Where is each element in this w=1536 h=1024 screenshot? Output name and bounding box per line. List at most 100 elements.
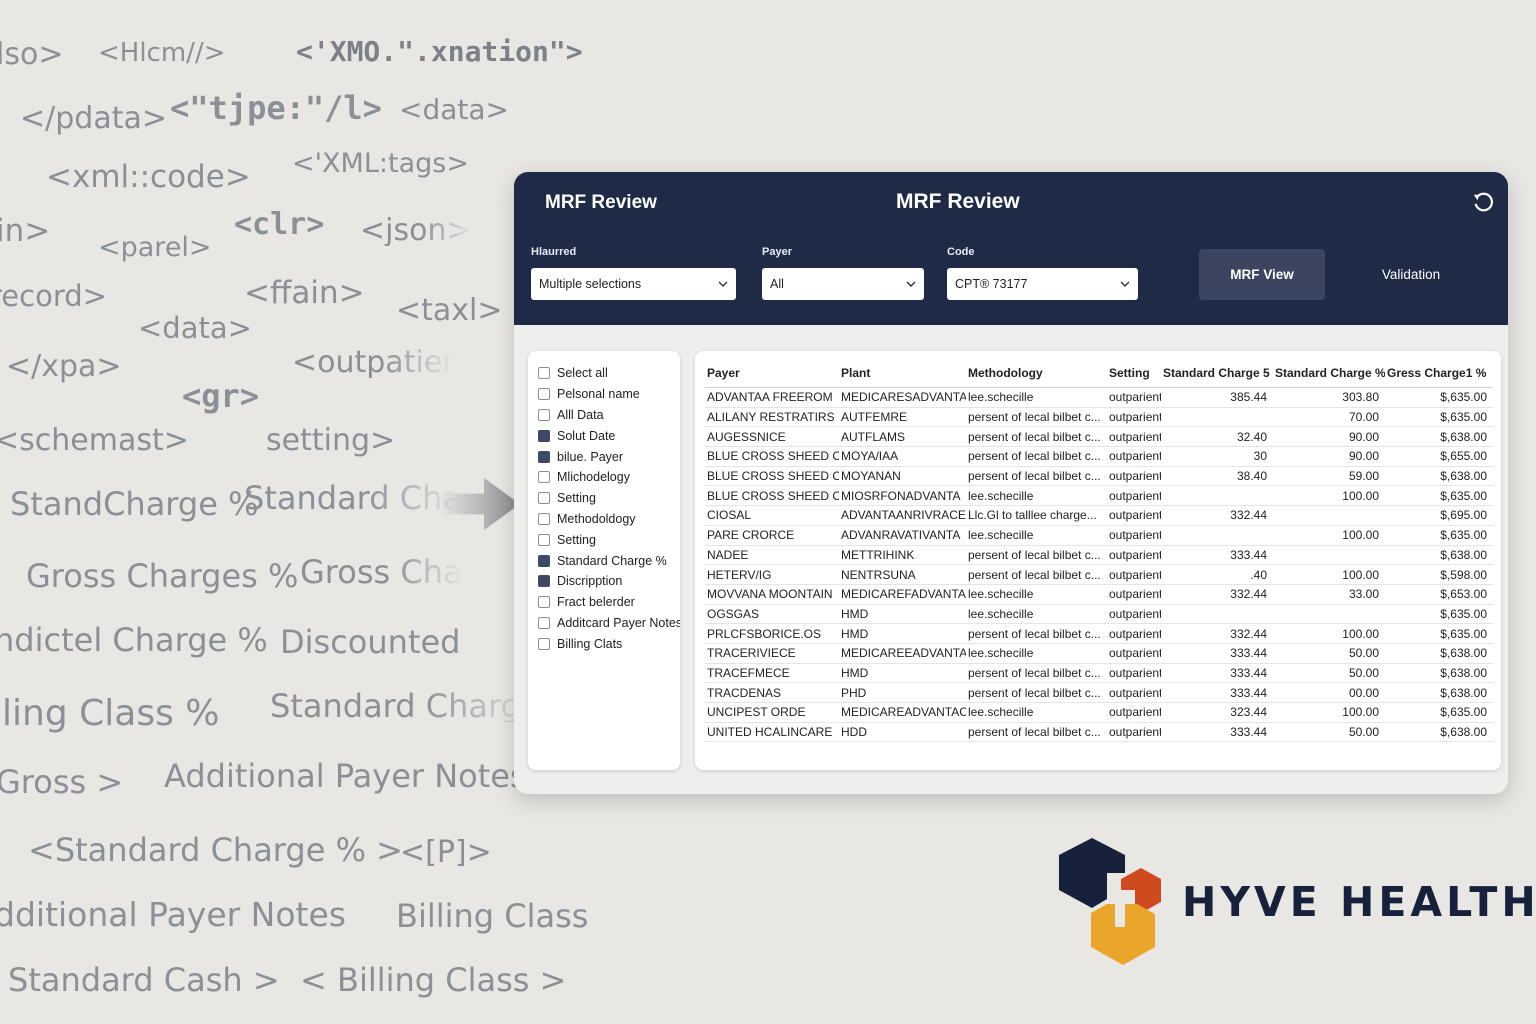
table-cell: ALILANY RESTRATIRS (705, 407, 839, 428)
column-chooser-item[interactable]: Pelsonal name (538, 384, 680, 405)
column-chooser-item[interactable]: Billing Clats (538, 633, 680, 654)
column-chooser-item[interactable]: Setting (538, 488, 680, 509)
checkbox[interactable] (538, 596, 550, 609)
code-dropdown[interactable]: CPT® 73177 (947, 268, 1138, 300)
column-header[interactable]: Standard Charge % (1273, 359, 1385, 388)
charges-table: Payer Plant Methodology Setting Standard Cha… (705, 359, 1493, 743)
table-cell: outparient (1107, 682, 1161, 703)
table-row[interactable]: NADEE METTRIHINK persent of lecal bilbet c… (705, 545, 1493, 566)
checkbox[interactable] (538, 616, 550, 629)
column-header[interactable]: Gress Charge1 % (1385, 359, 1493, 388)
column-chooser-item[interactable]: Discripption (538, 571, 680, 592)
checkbox[interactable] (538, 388, 550, 401)
column-chooser-item[interactable]: Alll Data (538, 405, 680, 426)
refresh-icon[interactable] (1472, 192, 1494, 214)
table-row[interactable]: TRACDENAS PHD persent of lecal bilbet c...… (705, 682, 1493, 703)
validation-button[interactable]: Validation (1354, 249, 1468, 300)
column-chooser-item[interactable]: Solut Date (538, 425, 680, 446)
hlaurred-value: Multiple selections (539, 277, 642, 291)
table-cell: 332.44 (1161, 584, 1273, 605)
table-row[interactable]: PARE CRORCE ADVANRAVATIVANTA lee.schecille… (705, 525, 1493, 546)
table-cell: persent of lecal bilbet c... (966, 663, 1107, 684)
checkbox[interactable] (538, 471, 550, 484)
table-cell: 333.44 (1161, 722, 1273, 743)
table-cell: persent of lecal bilbet c... (966, 545, 1107, 566)
table-row[interactable]: AUGESSNICE AUTFLAMS persent of lecal bilbe… (705, 426, 1493, 448)
checkbox[interactable] (538, 367, 550, 380)
checkbox[interactable] (538, 450, 550, 463)
table-cell: $,638.00 (1385, 545, 1493, 566)
table-row[interactable]: CIOSAL ADVANTAANRIVRACE Llc.Gl to talllee … (705, 505, 1493, 526)
table-cell: outparient (1107, 564, 1161, 585)
checkbox[interactable] (538, 408, 550, 421)
table-row[interactable]: OGSGAS HMD lee.schecille outparient $,635.00 (705, 604, 1493, 625)
table-cell: 333.44 (1161, 643, 1273, 664)
table-row[interactable]: HETERV/IG NENTRSUNA persent of lecal bilbe… (705, 564, 1493, 585)
column-chooser-item[interactable]: Standard Charge % (538, 550, 680, 571)
table-cell: 303.80 (1273, 387, 1385, 408)
table-row[interactable]: ALILANY RESTRATIRS AUTFEMRE persent of lec… (705, 407, 1493, 428)
column-chooser-item[interactable]: Mlichodelogy (538, 467, 680, 488)
mrf-review-app: MRF Review MRF Review Hlaurred Multiple … (514, 172, 1508, 794)
table-row[interactable]: TRACEFMECE HMD persent of lecal bilbet c..… (705, 663, 1493, 684)
checkbox[interactable] (538, 429, 550, 442)
table-cell (1161, 485, 1273, 507)
table-cell: outparient (1107, 623, 1161, 644)
column-chooser-item[interactable]: Fract belerder (538, 592, 680, 613)
table-cell: 00.00 (1273, 682, 1385, 703)
table-row[interactable]: UNCIPEST ORDE MEDICAREADVANTACE lee.scheci… (705, 702, 1493, 723)
table-cell: PARE CRORCE (705, 525, 839, 546)
table-header-row: Payer Plant Methodology Setting Standard Cha… (705, 359, 1493, 388)
table-cell: 50.00 (1273, 722, 1385, 743)
column-chooser-item[interactable]: Setting (538, 529, 680, 550)
charges-table-panel: Payer Plant Methodology Setting Standard Cha… (695, 351, 1501, 770)
table-cell: outparient (1107, 387, 1161, 408)
table-cell: 332.44 (1161, 623, 1273, 644)
table-row[interactable]: ADVANTAA FREEROM MEDICARESADVANTA lee.sche… (705, 387, 1493, 408)
column-chooser-item[interactable]: bilue. Payer (538, 446, 680, 467)
column-chooser-item[interactable]: Select all (538, 363, 680, 384)
column-chooser-item[interactable]: Methodoldogy (538, 509, 680, 530)
table-cell: $,638.00 (1385, 663, 1493, 684)
column-header[interactable]: Standard Charge 5 (1161, 359, 1273, 388)
table-row[interactable]: BLUE CROSS SHEED OF MOYANAN persent of lec… (705, 466, 1493, 487)
table-cell: persent of lecal bilbet c... (966, 682, 1107, 703)
bg-word: <schemast> (0, 423, 189, 458)
table-cell: MIOSRFONADVANTA (839, 485, 966, 507)
table-cell: 333.44 (1161, 682, 1273, 703)
table-cell: 100.00 (1273, 564, 1385, 585)
table-cell: $,638.00 (1385, 722, 1493, 743)
table-row[interactable]: PRLCFSBORICE.OS HMD persent of lecal bilbe… (705, 623, 1493, 644)
payer-dropdown[interactable]: All (762, 268, 924, 300)
table-cell: MOYA/IAA (839, 446, 966, 467)
column-chooser-item[interactable]: Additcard Payer Notes (538, 613, 680, 634)
table-row[interactable]: BLUE CROSS SHEED OF MIOSRFONADVANTA lee.sc… (705, 485, 1493, 507)
column-chooser-label: bilue. Payer (557, 449, 624, 464)
table-row[interactable]: BLUE CROSS SHEED OF MOYA/IAA persent of le… (705, 446, 1493, 467)
table-row[interactable]: UNITED HCALINCARE HDD persent of lecal bil… (705, 722, 1493, 743)
column-header[interactable]: Payer (705, 359, 839, 388)
chevron-down-icon (718, 281, 728, 287)
column-header[interactable]: Plant (839, 359, 966, 388)
checkbox[interactable] (538, 637, 550, 650)
checkbox[interactable] (538, 575, 550, 588)
table-cell: persent of lecal bilbet c... (966, 426, 1107, 448)
checkbox[interactable] (538, 492, 550, 505)
hlaurred-dropdown[interactable]: Multiple selections (531, 268, 736, 300)
column-chooser-label: Standard Charge % (557, 553, 667, 568)
table-cell (1273, 505, 1385, 526)
table-cell: outparient (1107, 466, 1161, 487)
checkbox[interactable] (538, 512, 550, 525)
bg-word: setting> (266, 423, 396, 458)
column-chooser-label: Select all (557, 366, 608, 381)
column-header[interactable]: Setting (1107, 359, 1161, 388)
table-row[interactable]: MOVVANA MOONTAIN MEDICAREFADVANTA lee.sche… (705, 584, 1493, 605)
column-header[interactable]: Methodology (966, 359, 1107, 388)
table-row[interactable]: TRACERIVIECE MEDICAREEADVANTA lee.schecill… (705, 643, 1493, 664)
column-chooser-label: Methodoldogy (557, 511, 636, 526)
bg-word: Gross > (0, 763, 124, 801)
mrf-view-button[interactable]: MRF View (1199, 249, 1325, 300)
checkbox[interactable] (538, 554, 550, 567)
checkbox[interactable] (538, 533, 550, 546)
table-cell: HETERV/IG (705, 564, 839, 585)
